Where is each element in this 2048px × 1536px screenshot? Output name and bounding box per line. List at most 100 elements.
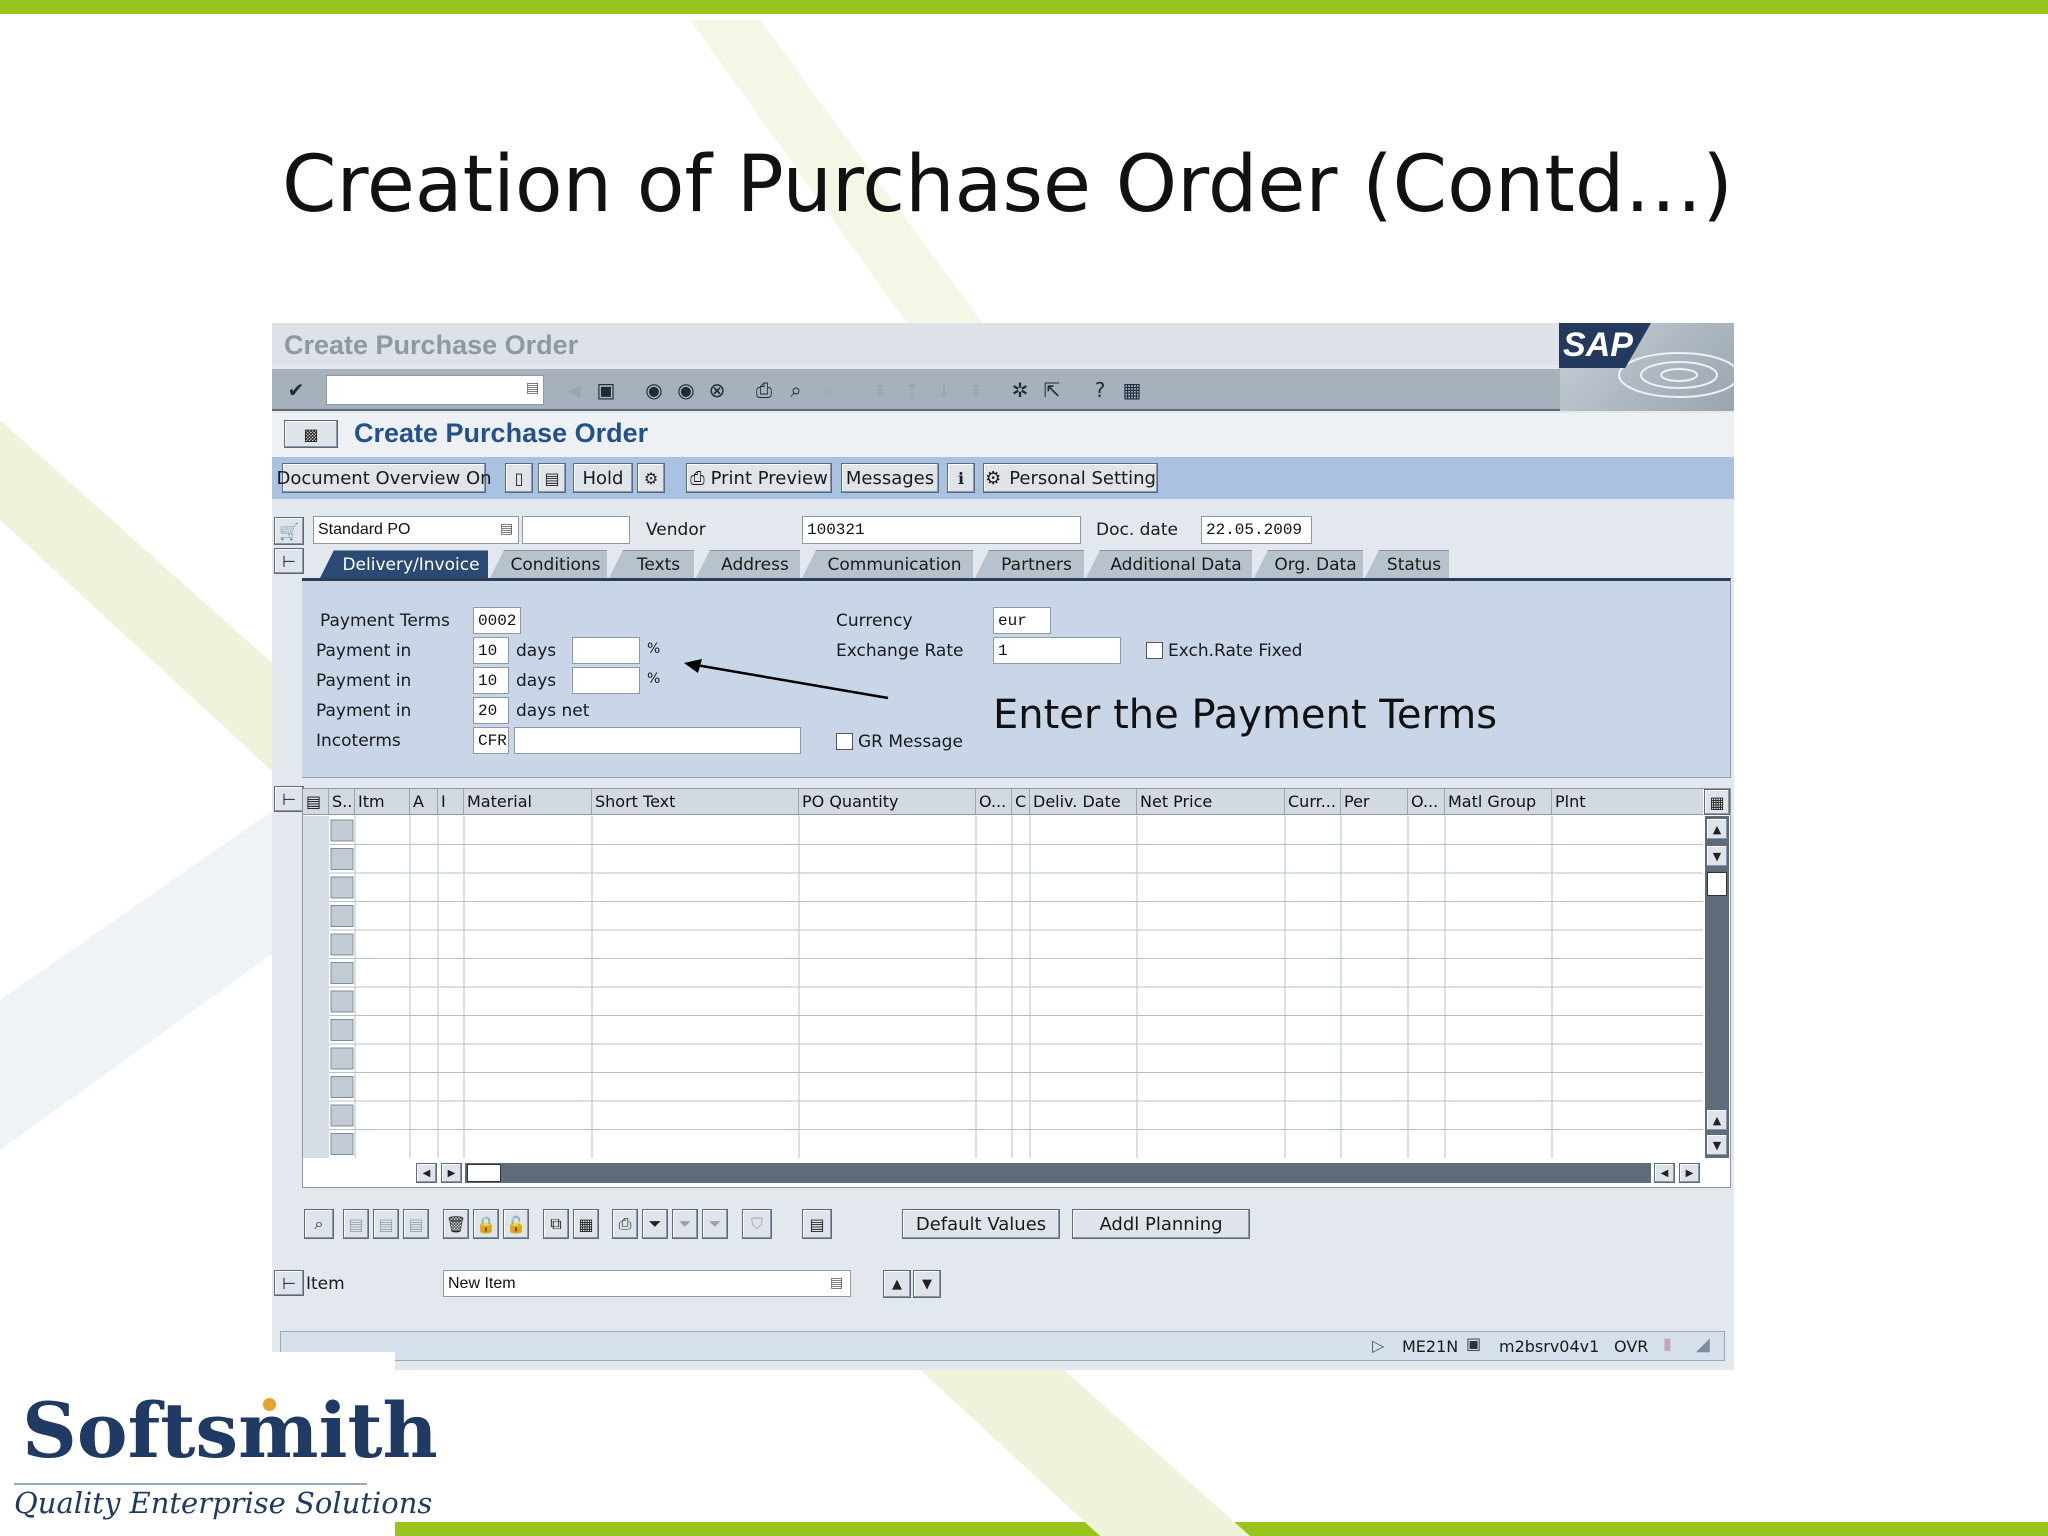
column-header-item-category[interactable]: I [438, 789, 464, 814]
insert-row-icon[interactable]: ▤ [343, 1209, 369, 1239]
vendor-field[interactable]: 100321 [802, 516, 1081, 544]
print-list-icon[interactable]: ⎙ [612, 1209, 638, 1239]
tab-texts[interactable]: Texts [609, 550, 694, 578]
column-header-material-group[interactable]: Matl Group [1445, 789, 1552, 814]
payment-percent-field-2[interactable] [572, 667, 640, 694]
next-page-icon[interactable]: ↓ [930, 376, 958, 404]
column-header-date-category[interactable]: C [1012, 789, 1030, 814]
incoterms-field[interactable]: CFR [473, 727, 509, 754]
other-document-icon[interactable]: ▤ [538, 463, 566, 493]
payment-days-field-3[interactable]: 20 [473, 697, 509, 724]
paste-row-icon[interactable]: ▤ [403, 1209, 429, 1239]
info-icon[interactable]: ℹ [947, 463, 975, 493]
tab-partners[interactable]: Partners [975, 550, 1084, 578]
last-page-icon[interactable]: ⇟ [962, 376, 990, 404]
doc-type-dropdown-icon[interactable]: ▤ [500, 521, 513, 537]
unlock-icon[interactable]: 🔓 [503, 1209, 529, 1239]
command-field[interactable] [326, 375, 544, 405]
item-dropdown-icon[interactable]: ▤ [830, 1275, 843, 1291]
payment-days-field-2[interactable]: 10 [473, 667, 509, 694]
first-page-icon[interactable]: ⇞ [866, 376, 894, 404]
scroll-end-right-icon[interactable]: ▶ [1679, 1163, 1700, 1183]
item-up-icon[interactable]: ▲ [883, 1270, 911, 1298]
vertical-scrollbar[interactable] [1705, 816, 1729, 1158]
filter-settings-icon[interactable]: ⏷ [702, 1209, 728, 1239]
items-collapse-icon[interactable]: ⊢ [274, 786, 304, 812]
addl-planning-button[interactable]: Addl Planning [1072, 1209, 1250, 1239]
incoterms-text-field[interactable] [514, 727, 801, 754]
currency-field[interactable]: eur [993, 607, 1051, 634]
new-session-icon[interactable]: ✲ [1006, 376, 1034, 404]
column-header-status[interactable]: S.. [329, 789, 355, 814]
payment-days-field-1[interactable]: 10 [473, 637, 509, 664]
command-dropdown-icon[interactable]: ▤ [526, 380, 539, 396]
gr-message-checkbox[interactable] [836, 733, 853, 750]
check-icon[interactable]: ⚙ [637, 463, 665, 493]
scroll-down-page-icon[interactable]: ▼ [1706, 845, 1728, 867]
exit-icon[interactable]: ◉ [672, 376, 700, 404]
table-settings-icon[interactable]: ▦ [1704, 789, 1730, 815]
session-info-icon[interactable]: ▣ [1466, 1334, 1481, 1353]
back-arrow-icon[interactable]: ◀ [560, 376, 588, 404]
tab-communication[interactable]: Communication [802, 550, 973, 578]
column-header-account-assignment[interactable]: A [410, 789, 438, 814]
cancel-icon[interactable]: ⊗ [703, 376, 731, 404]
scroll-up-page-icon[interactable]: ▲ [1706, 1109, 1728, 1131]
payment-terms-field[interactable]: 0002 [473, 607, 521, 634]
exchange-rate-field[interactable]: 1 [993, 637, 1121, 664]
tab-delivery-invoice[interactable]: Delivery/Invoice [320, 550, 488, 578]
scroll-right-icon[interactable]: ▶ [441, 1163, 462, 1183]
previous-page-icon[interactable]: ↑ [898, 376, 926, 404]
back-icon[interactable]: ◉ [640, 376, 668, 404]
layout-menu-icon[interactable]: ▦ [1118, 376, 1146, 404]
header-collapse-icon[interactable]: ⊢ [274, 548, 304, 574]
default-values-button[interactable]: Default Values [902, 1209, 1060, 1239]
scroll-down-icon[interactable]: ▼ [1706, 1134, 1728, 1156]
scroll-up-icon[interactable]: ▲ [1706, 818, 1728, 840]
tab-org-data[interactable]: Org. Data [1254, 550, 1363, 578]
copy-row-icon[interactable]: ▤ [373, 1209, 399, 1239]
item-select[interactable]: New Item [443, 1270, 851, 1297]
shield-icon[interactable]: ⛉ [742, 1209, 772, 1239]
messages-button[interactable]: Messages [841, 463, 939, 493]
tab-conditions[interactable]: Conditions [490, 550, 607, 578]
column-header-material[interactable]: Material [464, 789, 592, 814]
item-collapse-icon[interactable]: ⊢ [274, 1270, 304, 1296]
cart-icon[interactable]: 🛒 [274, 517, 304, 545]
shortcut-icon[interactable]: ⇱ [1038, 376, 1066, 404]
column-header-po-quantity[interactable]: PO Quantity [799, 789, 976, 814]
print-icon[interactable]: ⎙ [750, 376, 778, 404]
item-down-icon[interactable]: ▼ [913, 1270, 941, 1298]
column-header-order-unit[interactable]: O... [976, 789, 1012, 814]
filter-icon[interactable]: ⏷ [642, 1209, 668, 1239]
horizontal-scroll-thumb[interactable] [467, 1164, 501, 1182]
document-overview-button[interactable]: Document Overview On [277, 463, 492, 493]
column-header-currency[interactable]: Curr... [1285, 789, 1341, 814]
create-document-icon[interactable]: ▯ [505, 463, 533, 493]
column-header-item[interactable]: Itm [355, 789, 410, 814]
doc-type-select[interactable]: Standard PO [313, 516, 519, 544]
column-header-plant[interactable]: Plnt [1552, 789, 1702, 814]
filter-off-icon[interactable]: ⏷ [672, 1209, 698, 1239]
column-header-short-text[interactable]: Short Text [592, 789, 799, 814]
print-preview-button[interactable]: ⎙ Print Preview [686, 463, 832, 493]
column-header-price-unit[interactable]: Per [1341, 789, 1408, 814]
doc-date-field[interactable]: 22.05.2009 [1201, 516, 1312, 544]
list-icon[interactable]: ▤ [802, 1209, 832, 1239]
copy-icon[interactable]: ⧉ [543, 1209, 569, 1239]
scroll-thumb[interactable] [1707, 872, 1727, 896]
select-all-icon[interactable]: ▤ [303, 789, 329, 814]
lock-icon[interactable]: 🔒 [473, 1209, 499, 1239]
exch-rate-fixed-checkbox[interactable] [1146, 642, 1163, 659]
resize-grip-icon[interactable]: ◢ [1696, 1334, 1710, 1355]
payment-percent-field-1[interactable] [572, 637, 640, 664]
find-icon[interactable]: ⌕ [782, 376, 810, 404]
column-header-order-price-unit[interactable]: O... [1408, 789, 1445, 814]
po-number-field[interactable] [522, 516, 630, 544]
item-detail-icon[interactable]: ⌕ [304, 1209, 334, 1239]
tab-address[interactable]: Address [696, 550, 800, 578]
tab-additional-data[interactable]: Additional Data [1086, 550, 1252, 578]
select-all-rows-icon[interactable]: ▦ [573, 1209, 599, 1239]
help-icon[interactable]: ? [1086, 376, 1114, 404]
personal-setting-button[interactable]: ⚙ Personal Setting [983, 463, 1158, 493]
